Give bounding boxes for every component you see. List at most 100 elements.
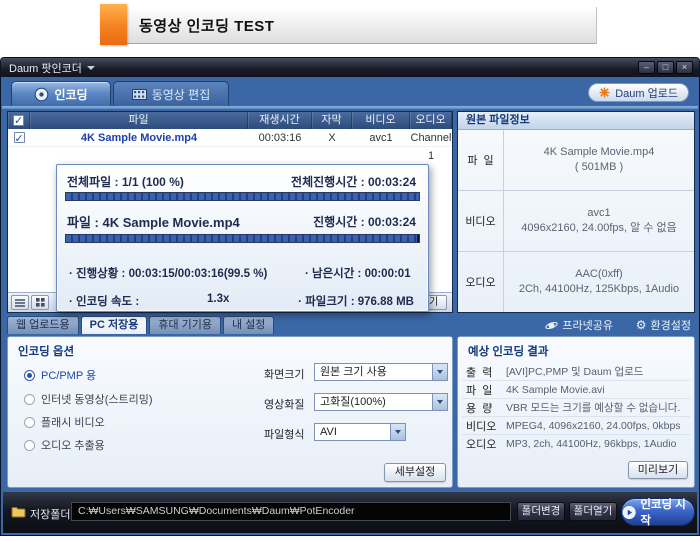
tabbar-baseline	[2, 106, 698, 109]
tab-video-edit-label: 동영상 편집	[151, 87, 211, 102]
open-folder-button[interactable]: 폴더열기	[569, 502, 617, 521]
column-video[interactable]: 비디오	[352, 112, 410, 129]
list-tool-button-1[interactable]	[11, 295, 29, 310]
dropdown-arrow-box[interactable]	[390, 424, 405, 440]
encode-start-button[interactable]: 인코딩 시작	[621, 498, 695, 527]
table-row[interactable]: 4K Sample Movie.mp4 00:03:16 X avc1 Chan…	[8, 129, 452, 162]
column-audio[interactable]: 오디오	[410, 112, 452, 129]
dropdown-arrow-box[interactable]	[432, 364, 447, 380]
preset-tabbar: 웹 업로드용 PC 저장용 휴대 기기용 내 설정	[7, 316, 275, 334]
select-all-checkbox[interactable]	[8, 112, 30, 129]
preset-tab-my-settings[interactable]: 내 설정	[223, 316, 275, 334]
save-folder-path[interactable]: C:₩Users₩SAMSUNG₩Documents₩Daum₩PotEncod…	[71, 502, 511, 521]
row-subtitle: X	[328, 132, 336, 144]
source-info-panel: 원본 파일정보 파 일 4K Sample Movie.mp4 ( 501MB …	[457, 111, 695, 313]
radio-audio-extract[interactable]: 오디오 추출용	[24, 437, 105, 453]
preset-tab-pc-save[interactable]: PC 저장용	[80, 316, 148, 334]
total-time-label: 전체진행시간 : 00:03:24	[291, 175, 416, 189]
info-file-size: ( 501MB )	[574, 161, 624, 173]
radio-flash-video[interactable]: 플래시 비디오	[24, 414, 105, 430]
dropdown-arrow-box[interactable]	[432, 394, 447, 410]
page-title: 동영상 인코딩 TEST	[139, 17, 275, 35]
result-row-size: 용 량 VBR 모드는 크기를 예상할 수 없습니다.	[462, 399, 690, 417]
close-button[interactable]: ×	[676, 61, 693, 74]
audio-label: 오디오	[466, 439, 497, 451]
column-duration[interactable]: 재생시간	[248, 112, 312, 129]
file-list-header: 파일 재생시간 자막 비디오 오디오	[8, 112, 452, 129]
chevron-down-icon	[437, 370, 443, 374]
result-row-audio: 오디오 MP3, 2ch, 44100Hz, 96kbps, 1Audio	[462, 435, 690, 453]
row-audio-channel: Channel 1	[410, 132, 452, 162]
title-menu-arrow-icon[interactable]	[86, 65, 95, 70]
share-button[interactable]: 프라넷공유	[545, 317, 613, 333]
file-progress-bar	[65, 234, 420, 243]
banner-accent-block	[100, 4, 127, 45]
maximize-button[interactable]: □	[657, 61, 674, 74]
minimize-button[interactable]: –	[638, 61, 655, 74]
info-video-codec: avc1	[587, 207, 611, 219]
screen-size-select[interactable]: 원본 크기 사용	[314, 363, 448, 381]
chevron-down-icon	[437, 400, 443, 404]
chevron-down-icon	[395, 430, 401, 434]
info-video-value: avc1 4096x2160, 24.00fps, 알 수 없음	[504, 191, 694, 251]
checkbox-checked-icon	[13, 113, 24, 129]
radio-pc-pmp[interactable]: PC/PMP 용	[24, 367, 96, 383]
tab-encoding-label: 인코딩	[54, 87, 88, 102]
result-row-output: 출 력 [AVI]PC,PMP 및 Daum 업로드	[462, 363, 690, 381]
size-label: 용 량	[466, 402, 493, 415]
list-tool-button-2[interactable]	[31, 295, 49, 310]
encode-start-label: 인코딩 시작	[640, 499, 686, 527]
total-progress-fill	[66, 193, 419, 200]
speed-label: · 인코딩 속도 :	[69, 296, 140, 308]
grid-icon	[35, 298, 45, 307]
progress-dialog: 전체파일 : 1/1 (100 %) 전체진행시간 : 00:03:24 파일 …	[56, 164, 429, 312]
film-icon	[131, 88, 147, 100]
titlebar[interactable]: Daum 팟인코더 – □ ×	[1, 58, 699, 77]
file-format-select[interactable]: AVI	[314, 423, 406, 441]
file-progress-fill	[66, 235, 418, 242]
column-subtitle[interactable]: 자막	[312, 112, 352, 129]
daum-upload-label: Daum 업로드	[615, 87, 678, 100]
bottom-bar: 저장폴더 C:₩Users₩SAMSUNG₩Documents₩Daum₩Pot…	[3, 492, 697, 533]
list-lines-icon	[15, 298, 25, 307]
settings-button[interactable]: ⚙ 환경설정	[636, 317, 691, 333]
video-quality-select[interactable]: 고화질(100%)	[314, 393, 448, 411]
encode-start-icon	[622, 505, 636, 519]
preset-tab-mobile-device[interactable]: 휴대 기기용	[149, 316, 222, 334]
screen-size-label: 화면크기	[264, 369, 305, 381]
page: 동영상 인코딩 TEST Daum 팟인코더 – □ × 인코딩 동영상 편집 …	[0, 0, 700, 541]
result-row-video: 비디오 MPEG4, 4096x2160, 24.00fps, 0kbps	[462, 417, 690, 435]
tab-video-edit[interactable]: 동영상 편집	[113, 81, 229, 106]
tab-encoding[interactable]: 인코딩	[11, 81, 111, 106]
info-row-file: 파 일 4K Sample Movie.mp4 ( 501MB )	[458, 130, 694, 191]
radio-pc-pmp-label: PC/PMP 용	[41, 370, 97, 382]
info-row-video: 비디오 avc1 4096x2160, 24.00fps, 알 수 없음	[458, 191, 694, 252]
info-video-label: 비디오	[458, 191, 504, 251]
banner-strip: 동영상 인코딩 TEST	[127, 7, 597, 44]
row-duration: 00:03:16	[258, 132, 302, 144]
save-folder-label: 저장폴더	[30, 509, 71, 521]
speed-value: 1.3x	[207, 293, 230, 305]
row-checkbox[interactable]	[8, 129, 30, 148]
window-title: Daum 팟인코더	[9, 62, 82, 75]
file-value: 4K Sample Movie.avi	[506, 383, 605, 396]
video-quality-label: 영상화질	[264, 399, 305, 411]
row-filename: 4K Sample Movie.mp4	[80, 132, 198, 144]
preset-tab-web-upload[interactable]: 웹 업로드용	[7, 316, 79, 334]
filesize-label: · 파일크기 : 976.88 MB	[298, 296, 414, 308]
source-info-title: 원본 파일정보	[458, 112, 694, 130]
change-folder-button[interactable]: 폴더변경	[517, 502, 565, 521]
info-file-value: 4K Sample Movie.mp4 ( 501MB )	[504, 130, 694, 190]
daum-upload-button[interactable]: Daum 업로드	[588, 83, 689, 102]
file-time-label: 진행시간 : 00:03:24	[313, 215, 416, 229]
preview-button[interactable]: 미리보기	[628, 461, 688, 479]
detail-settings-button[interactable]: 세부설정	[384, 463, 446, 482]
info-audio-detail: 2Ch, 44100Hz, 125Kbps, 1Audio	[518, 283, 680, 295]
audio-value: MP3, 2ch, 44100Hz, 96kbps, 1Audio	[506, 438, 677, 450]
settings-button-label: 환경설정	[650, 320, 691, 332]
radio-internet-streaming[interactable]: 인터넷 동영상(스트리밍)	[24, 391, 153, 407]
status-label: · 진행상황 : 00:03:15/00:03:16(99.5 %)	[69, 268, 268, 280]
encoding-disc-icon	[35, 87, 49, 101]
column-file[interactable]: 파일	[30, 112, 248, 129]
info-file-name: 4K Sample Movie.mp4	[543, 146, 655, 158]
